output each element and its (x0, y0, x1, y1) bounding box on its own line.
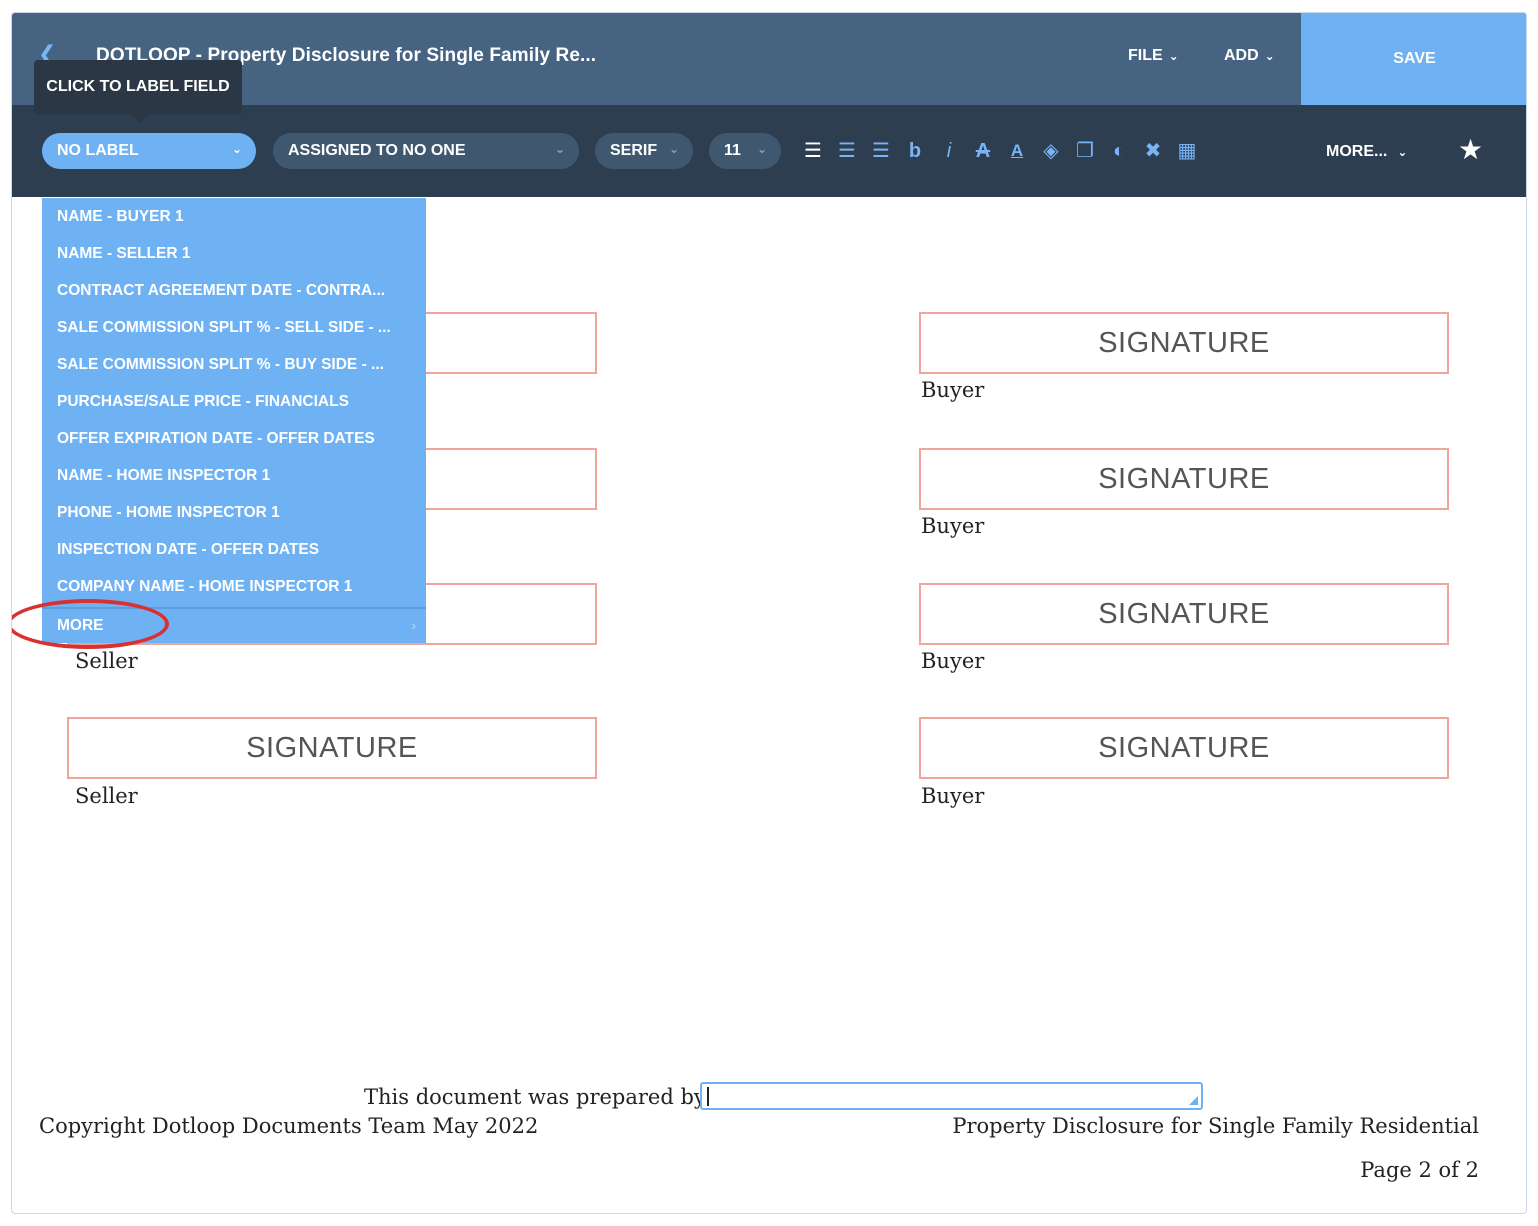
delete-icon[interactable]: ✖ (1142, 139, 1164, 163)
dropdown-item[interactable]: NAME - BUYER 1 (42, 198, 426, 235)
label-select[interactable]: NO LABEL ⌄ (42, 133, 256, 169)
chevron-down-icon: ⌄ (756, 142, 767, 156)
chevron-right-icon: › (411, 617, 416, 633)
align-right-icon[interactable]: ☰ (870, 139, 892, 163)
buyer-label: Buyer (921, 784, 985, 808)
align-center-icon[interactable]: ☰ (836, 139, 858, 163)
text-color-icon[interactable]: A (1006, 139, 1028, 163)
buyer-label: Buyer (921, 649, 985, 673)
copy-icon[interactable]: ❐ (1074, 139, 1096, 163)
seller-signature-field[interactable]: SIGNATURE (67, 717, 597, 779)
prepared-by-input[interactable] (700, 1082, 1203, 1110)
more-options-button[interactable]: MORE... ⌄ (1326, 143, 1407, 161)
document-name-text: Property Disclosure for Single Family Re… (952, 1114, 1479, 1138)
font-select[interactable]: SERIF ⌄ (595, 133, 693, 169)
format-icon-group: ☰ ☰ ☰ b i A A ◈ ❐ ◐ ✖ ▦ (802, 139, 1198, 163)
dropdown-item[interactable]: INSPECTION DATE - OFFER DATES (42, 531, 426, 568)
buyer-signature-field[interactable]: SIGNATURE (919, 717, 1449, 779)
buyer-signature-field[interactable]: SIGNATURE (919, 583, 1449, 645)
label-select-value: NO LABEL (57, 142, 139, 159)
dropdown-more-label: MORE (57, 617, 104, 634)
strikethrough-icon[interactable]: A (972, 139, 994, 163)
align-left-icon[interactable]: ☰ (802, 139, 824, 163)
copyright-text: Copyright Dotloop Documents Team May 202… (39, 1114, 539, 1138)
add-menu-button[interactable]: ADD ⌄ (1224, 47, 1275, 65)
fill-icon[interactable]: ◈ (1040, 139, 1062, 163)
buyer-signature-field[interactable]: SIGNATURE (919, 312, 1449, 374)
assigned-select[interactable]: ASSIGNED TO NO ONE ⌄ (273, 133, 579, 169)
dropdown-item[interactable]: SALE COMMISSION SPLIT % - SELL SIDE - ..… (42, 309, 426, 346)
text-caret (707, 1087, 709, 1106)
file-menu-button[interactable]: FILE ⌄ (1128, 47, 1179, 65)
dropdown-item[interactable]: NAME - SELLER 1 (42, 235, 426, 272)
dropdown-item[interactable]: CONTRACT AGREEMENT DATE - CONTRA... (42, 272, 426, 309)
file-menu-label: FILE (1128, 47, 1163, 64)
buyer-signature-field[interactable]: SIGNATURE (919, 448, 1449, 510)
more-options-label: MORE... (1326, 143, 1388, 160)
buyer-label: Buyer (921, 378, 985, 402)
font-select-value: SERIF (610, 142, 658, 159)
resize-handle-icon[interactable] (1189, 1096, 1198, 1105)
table-icon[interactable]: ▦ (1176, 139, 1198, 163)
buyer-label: Buyer (921, 514, 985, 538)
label-dropdown: NAME - BUYER 1 NAME - SELLER 1 CONTRACT … (42, 198, 426, 643)
page-number: Page 2 of 2 (1360, 1158, 1479, 1182)
chevron-down-icon: ⌄ (554, 142, 565, 156)
chevron-down-icon: ⌄ (1264, 49, 1275, 63)
chevron-down-icon: ⌄ (1168, 49, 1179, 63)
add-menu-label: ADD (1224, 47, 1259, 64)
star-icon[interactable]: ★ (1458, 133, 1483, 166)
bold-icon[interactable]: b (904, 139, 926, 163)
field-toolbar: NO LABEL ⌄ ASSIGNED TO NO ONE ⌄ SERIF ⌄ … (12, 105, 1526, 197)
document-editor: ❮ DOTLOOP - Property Disclosure for Sing… (11, 12, 1527, 1214)
dropdown-item[interactable]: PURCHASE/SALE PRICE - FINANCIALS (42, 383, 426, 420)
dropdown-more-item[interactable]: MORE › (42, 607, 426, 643)
chevron-down-icon: ⌄ (231, 142, 242, 156)
seller-label: Seller (75, 784, 138, 808)
dropdown-item[interactable]: OFFER EXPIRATION DATE - OFFER DATES (42, 420, 426, 457)
save-button[interactable]: SAVE (1301, 13, 1526, 105)
contrast-icon[interactable]: ◐ (1108, 139, 1130, 163)
chevron-down-icon: ⌄ (1397, 145, 1408, 159)
dropdown-item[interactable]: PHONE - HOME INSPECTOR 1 (42, 494, 426, 531)
seller-label: Seller (75, 649, 138, 673)
dropdown-item[interactable]: COMPANY NAME - HOME INSPECTOR 1 (42, 568, 426, 605)
assigned-select-value: ASSIGNED TO NO ONE (288, 142, 466, 159)
font-size-select[interactable]: 11 ⌄ (709, 133, 781, 169)
dropdown-item[interactable]: SALE COMMISSION SPLIT % - BUY SIDE - ... (42, 346, 426, 383)
label-field-tooltip: CLICK TO LABEL FIELD (34, 60, 242, 123)
font-size-value: 11 (724, 142, 741, 159)
italic-icon[interactable]: i (938, 139, 960, 163)
dropdown-item[interactable]: NAME - HOME INSPECTOR 1 (42, 457, 426, 494)
prepared-by-label: This document was prepared by (364, 1085, 706, 1109)
chevron-down-icon: ⌄ (668, 142, 679, 156)
